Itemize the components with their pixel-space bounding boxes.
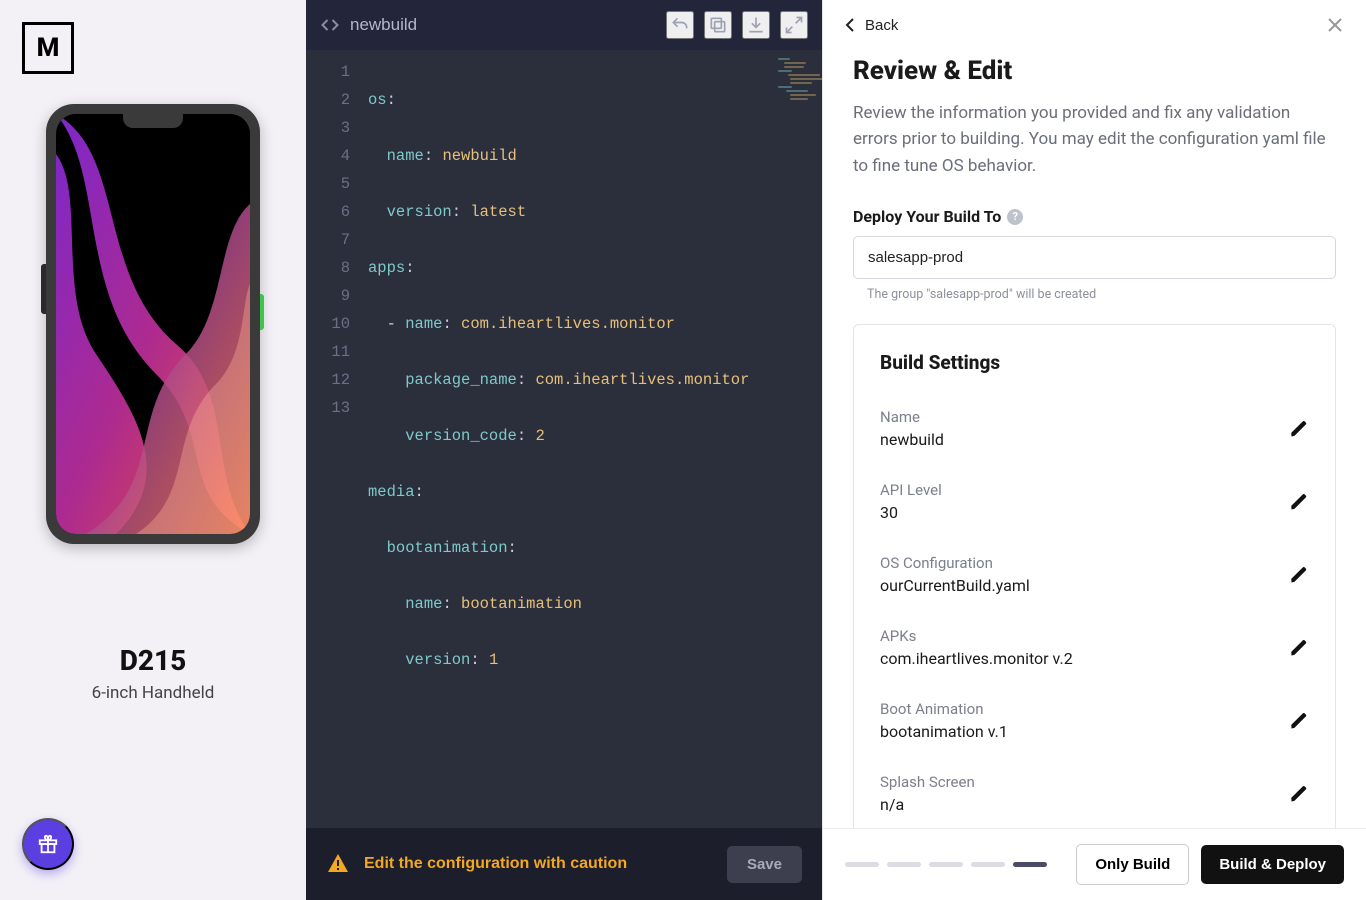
back-label: Back	[865, 17, 898, 34]
setting-label: Splash Screen	[880, 773, 975, 791]
setting-value: n/a	[880, 795, 975, 814]
warning-text: Edit the configuration with caution	[364, 855, 627, 873]
page-title: Review & Edit	[853, 56, 1336, 86]
deploy-target-input[interactable]	[853, 236, 1336, 279]
progress-step[interactable]	[845, 862, 879, 867]
code-icon	[320, 15, 340, 35]
pencil-icon	[1289, 492, 1309, 512]
close-icon	[1326, 16, 1344, 34]
copy-icon	[708, 15, 728, 35]
setting-row: Boot Animation bootanimation v.1	[880, 692, 1309, 765]
pencil-icon	[1289, 565, 1309, 585]
setting-value: 30	[880, 503, 942, 522]
setting-label: APKs	[880, 627, 1073, 645]
setting-value: bootanimation v.1	[880, 722, 1008, 741]
device-subtitle: 6-inch Handheld	[92, 683, 215, 703]
save-button[interactable]: Save	[727, 846, 802, 883]
only-build-button[interactable]: Only Build	[1076, 844, 1189, 885]
progress-step[interactable]	[887, 862, 921, 867]
setting-label: Name	[880, 408, 944, 426]
build-settings-card: Build Settings Name newbuild API Level 30 OS…	[853, 324, 1336, 828]
setting-value: com.iheartlives.monitor v.2	[880, 649, 1073, 668]
edit-setting-button[interactable]	[1289, 419, 1309, 439]
yaml-editor-panel: newbuild 12345678910111213 os: name: new…	[306, 0, 822, 900]
undo-button[interactable]	[666, 11, 694, 39]
edit-setting-button[interactable]	[1289, 492, 1309, 512]
help-icon[interactable]: ?	[1007, 209, 1023, 225]
setting-label: OS Configuration	[880, 554, 1030, 572]
build-settings-title: Build Settings	[880, 351, 1309, 374]
pencil-icon	[1289, 784, 1309, 804]
logo-letter: M	[37, 33, 60, 63]
deploy-field-label: Deploy Your Build To ?	[853, 207, 1336, 226]
gift-icon	[37, 833, 59, 855]
gift-fab-button[interactable]	[22, 818, 74, 870]
setting-row: API Level 30	[880, 473, 1309, 546]
pencil-icon	[1289, 419, 1309, 439]
device-preview-panel: M	[0, 0, 306, 900]
editor-body[interactable]: 12345678910111213 os: name: newbuild ver…	[306, 50, 822, 828]
brand-logo: M	[22, 22, 74, 74]
build-deploy-button[interactable]: Build & Deploy	[1201, 845, 1344, 884]
expand-button[interactable]	[780, 11, 808, 39]
progress-step[interactable]	[929, 862, 963, 867]
setting-row: Splash Screen n/a	[880, 765, 1309, 828]
edit-setting-button[interactable]	[1289, 711, 1309, 731]
edit-setting-button[interactable]	[1289, 638, 1309, 658]
undo-icon	[670, 15, 690, 35]
progress-step[interactable]	[971, 862, 1005, 867]
pencil-icon	[1289, 638, 1309, 658]
download-button[interactable]	[742, 11, 770, 39]
copy-button[interactable]	[704, 11, 732, 39]
edit-setting-button[interactable]	[1289, 565, 1309, 585]
setting-label: API Level	[880, 481, 942, 499]
editor-footer: Edit the configuration with caution Save	[306, 828, 822, 900]
review-panel: Back Review & Edit Review the informatio…	[822, 0, 1366, 900]
setting-row: Name newbuild	[880, 400, 1309, 473]
setting-row: OS Configuration ourCurrentBuild.yaml	[880, 546, 1309, 619]
pencil-icon	[1289, 711, 1309, 731]
edit-setting-button[interactable]	[1289, 784, 1309, 804]
page-description: Review the information you provided and …	[853, 100, 1336, 179]
line-gutter: 12345678910111213	[306, 50, 364, 828]
device-mock	[46, 104, 260, 544]
deploy-field-hint: The group "salesapp-prod" will be create…	[867, 287, 1336, 302]
chevron-left-icon	[845, 17, 855, 33]
editor-filename: newbuild	[350, 15, 417, 35]
setting-value: newbuild	[880, 430, 944, 449]
setting-label: Boot Animation	[880, 700, 1008, 718]
setting-row: APKs com.iheartlives.monitor v.2	[880, 619, 1309, 692]
progress-steps	[845, 862, 1047, 867]
expand-icon	[784, 15, 804, 35]
progress-step[interactable]	[1013, 862, 1047, 867]
minimap[interactable]	[778, 56, 818, 126]
back-button[interactable]: Back	[845, 17, 898, 34]
review-footer: Only Build Build & Deploy	[823, 828, 1366, 900]
download-icon	[746, 15, 766, 35]
close-button[interactable]	[1326, 16, 1344, 34]
editor-header: newbuild	[306, 0, 822, 50]
warning-icon	[326, 852, 350, 876]
code-area[interactable]: os: name: newbuild version: latest apps:…	[364, 50, 822, 828]
device-name: D215	[120, 644, 187, 677]
wallpaper-graphic	[56, 114, 250, 534]
setting-value: ourCurrentBuild.yaml	[880, 576, 1030, 595]
